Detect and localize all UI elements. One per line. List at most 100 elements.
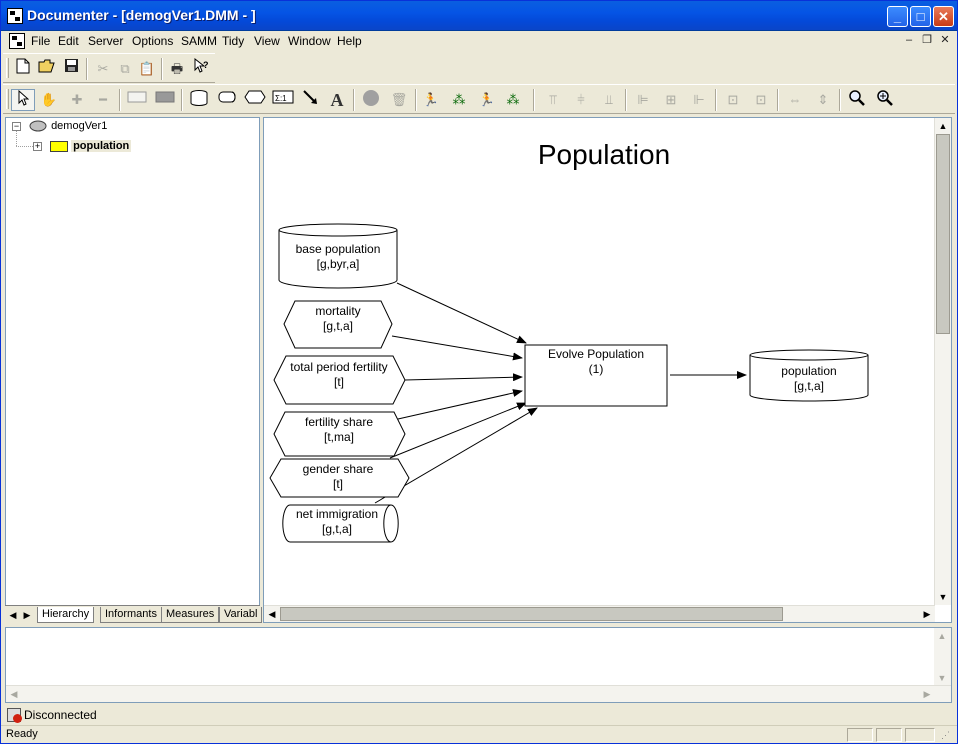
new-file-icon[interactable]: [11, 58, 35, 80]
tab-hierarchy[interactable]: Hierarchy: [37, 607, 95, 623]
mdi-minimize-button[interactable]: –: [901, 33, 917, 47]
zoom-out-icon[interactable]: [845, 89, 869, 111]
scroll-left-icon[interactable]: ◀: [264, 606, 280, 622]
menu-view[interactable]: View: [254, 34, 280, 48]
connector-base-population[interactable]: [396, 282, 527, 344]
tree-node-population[interactable]: population: [50, 138, 132, 154]
node-gender-share[interactable]: gender share [t]: [269, 458, 410, 498]
mdi-restore-button[interactable]: ❐: [919, 33, 935, 47]
output-scroll-left-icon[interactable]: ◀: [6, 686, 22, 702]
run-all-icon[interactable]: ⁂: [447, 89, 471, 111]
same-height-icon[interactable]: ⇕: [811, 89, 835, 111]
copy-icon[interactable]: ⧉: [113, 58, 137, 80]
toolbar-grip[interactable]: [6, 58, 9, 78]
close-button[interactable]: ✕: [933, 6, 954, 27]
maximize-button[interactable]: □: [910, 6, 931, 27]
pan-hand-icon[interactable]: ✋: [37, 89, 61, 111]
print-icon[interactable]: 🖶: [165, 58, 189, 80]
tree-expand-toggle[interactable]: +: [33, 142, 42, 151]
output-vertical-scrollbar[interactable]: ▲ ▼: [934, 628, 951, 686]
tree-node-root[interactable]: demogVer1: [28, 118, 107, 134]
connector-total-period-fertility[interactable]: [404, 373, 523, 382]
output-horizontal-scrollbar[interactable]: ◀ ▶: [6, 685, 951, 702]
menu-file[interactable]: File: [31, 34, 50, 48]
node-mortality[interactable]: mortality [g,t,a]: [283, 300, 393, 349]
tree-root-label: demogVer1: [51, 120, 108, 132]
tab-scroll-right-icon[interactable]: ▶: [19, 607, 35, 623]
menu-samm[interactable]: SAMM: [181, 34, 217, 48]
document-icon[interactable]: [9, 33, 25, 49]
tab-informants[interactable]: Informants: [100, 607, 162, 623]
menu-tidy[interactable]: Tidy: [222, 34, 244, 48]
scroll-right-icon[interactable]: ▶: [919, 606, 935, 622]
rectangle-outline-icon[interactable]: [125, 89, 149, 111]
step-all-icon[interactable]: ⁂: [501, 89, 525, 111]
help-pointer-icon[interactable]: ?: [189, 57, 213, 80]
step-person-icon[interactable]: 🏃: [475, 89, 499, 111]
zoom-in-icon[interactable]: [873, 89, 897, 111]
select-arrow-icon[interactable]: [11, 89, 35, 111]
trash-icon[interactable]: 🗑: [387, 89, 411, 111]
add-plus-icon[interactable]: ✚: [65, 89, 89, 111]
diagram-canvas[interactable]: Population base population [g,byr,a] mor…: [263, 117, 952, 623]
text-tool-icon[interactable]: A: [325, 89, 349, 111]
minimize-button[interactable]: _: [887, 6, 908, 27]
node-base-population[interactable]: base population [g,byr,a]: [278, 223, 398, 289]
app-icon[interactable]: [7, 8, 23, 24]
tab-variables[interactable]: Variabl: [219, 607, 263, 623]
canvas-horizontal-scrollbar[interactable]: ◀ ▶: [264, 605, 935, 622]
node-total-period-fertility[interactable]: total period fertility [t]: [273, 355, 406, 405]
output-scroll-down-icon[interactable]: ▼: [934, 670, 950, 686]
paste-icon[interactable]: 📋: [135, 58, 159, 80]
mdi-close-button[interactable]: ✕: [937, 33, 953, 47]
open-folder-icon[interactable]: [35, 58, 59, 80]
cut-icon[interactable]: ✂: [91, 58, 115, 80]
scroll-down-icon[interactable]: ▼: [935, 589, 951, 605]
connector-fertility-share[interactable]: [397, 389, 523, 420]
horizontal-scroll-thumb[interactable]: [280, 607, 783, 621]
hexagon-shape-icon[interactable]: [243, 89, 267, 111]
rectangle-filled-icon[interactable]: [153, 89, 177, 111]
tree-collapse-toggle[interactable]: −: [12, 122, 21, 131]
align-middle-icon[interactable]: ⫩: [569, 89, 593, 111]
title-bar[interactable]: Documenter - [demogVer1.DMM - ] _ □ ✕: [1, 1, 957, 31]
cylinder-shape-icon[interactable]: [187, 89, 211, 111]
resize-grip-icon[interactable]: ⋰: [941, 730, 950, 741]
align-top-icon[interactable]: ⫪: [541, 89, 565, 111]
toolbar-grip[interactable]: [6, 89, 9, 109]
node-label: population: [781, 364, 836, 378]
node-net-immigration[interactable]: net immigration [g,t,a]: [282, 504, 399, 543]
circle-tool-icon[interactable]: [359, 89, 383, 111]
connector-arrow-icon[interactable]: [299, 89, 323, 111]
hierarchy-tree-panel[interactable]: − demogVer1 + population: [5, 117, 260, 623]
sigma-block-icon[interactable]: Σ:1: [271, 89, 295, 111]
remove-minus-icon[interactable]: ━: [91, 89, 115, 111]
output-scroll-right-icon[interactable]: ▶: [919, 686, 935, 702]
node-fertility-share[interactable]: fertility share [t,ma]: [273, 411, 406, 457]
align-right-icon[interactable]: ⊩: [687, 89, 711, 111]
tab-measures[interactable]: Measures: [161, 607, 220, 623]
align-bottom-icon[interactable]: ⫫: [597, 89, 621, 111]
align-center-icon[interactable]: ⊞: [659, 89, 683, 111]
save-disk-icon[interactable]: [59, 58, 83, 80]
output-scroll-up-icon[interactable]: ▲: [934, 628, 950, 644]
menu-options[interactable]: Options: [132, 34, 173, 48]
align-left-icon[interactable]: ⊫: [631, 89, 655, 111]
horizontal-cylinder-icon[interactable]: [215, 89, 239, 111]
scroll-up-icon[interactable]: ▲: [935, 118, 951, 134]
menu-help[interactable]: Help: [337, 34, 362, 48]
run-person-icon[interactable]: 🏃: [419, 89, 443, 111]
node-population-output[interactable]: population [g,t,a]: [749, 349, 869, 402]
space-vertical-icon[interactable]: ⊡: [749, 89, 773, 111]
menu-window[interactable]: Window: [288, 34, 331, 48]
connector-gender-share[interactable]: [389, 402, 527, 459]
menu-server[interactable]: Server: [88, 34, 123, 48]
node-evolve-population[interactable]: Evolve Population (1): [524, 344, 668, 407]
connector-mortality[interactable]: [391, 335, 523, 361]
output-pane[interactable]: ▲ ▼ ◀ ▶: [5, 627, 952, 703]
vertical-scroll-thumb[interactable]: [936, 134, 950, 334]
same-width-icon[interactable]: ⇔: [783, 89, 807, 111]
space-horizontal-icon[interactable]: ⊡: [721, 89, 745, 111]
menu-edit[interactable]: Edit: [58, 34, 79, 48]
canvas-vertical-scrollbar[interactable]: ▲ ▼: [934, 118, 951, 605]
